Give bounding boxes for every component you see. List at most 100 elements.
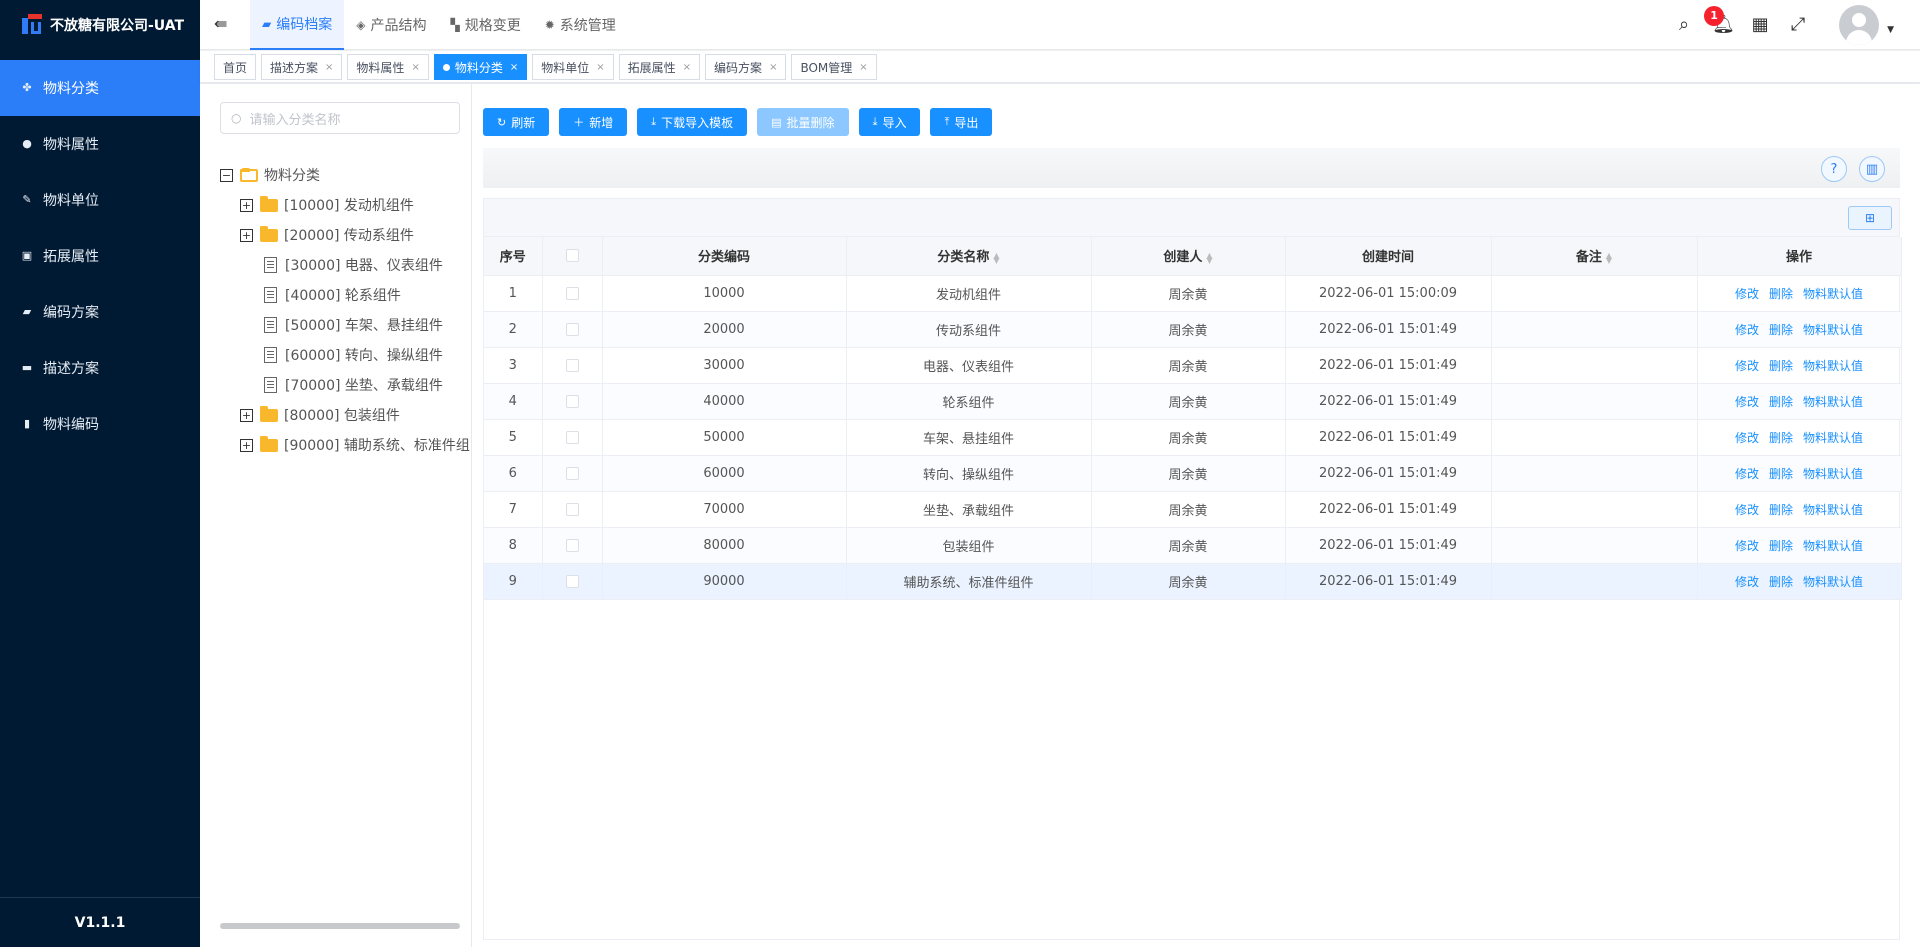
close-icon[interactable]: × [769,62,777,73]
sidebar-item-2[interactable]: ● 物料属性 [0,116,200,172]
row-checkbox[interactable] [565,502,579,516]
tab-4[interactable]: 物料分类 × [433,54,528,80]
table-row[interactable]: 9 90000 辅助系统、标准件组件 周余黄 2022-06-01 15:01:49 修改… [484,563,1902,600]
sort-icon[interactable]: ▲ ▼ [1606,251,1612,264]
refresh-button[interactable]: ↻ 刷新 [483,108,550,136]
delete-link[interactable]: 删除 [1769,467,1793,481]
table-row[interactable]: 1 10000 发动机组件 周余黄 2022-06-01 15:00:09 修改 删除 物料默… [484,275,1902,312]
tab-2[interactable]: 描述方案 × [261,54,343,80]
table-row[interactable]: 7 70000 坐垫、承载组件 周余黄 2022-06-01 15:01:49 修改 删除物… [484,491,1902,528]
collapse-toggle-icon[interactable]: − [220,168,233,182]
expand-toggle-icon[interactable]: + [240,408,253,422]
expand-toggle-icon[interactable]: + [240,198,253,212]
edit-link[interactable]: 修改 [1735,575,1759,589]
sort-icon[interactable]: ▲ ▼ [993,251,999,264]
row-checkbox[interactable] [565,538,579,552]
close-icon[interactable]: × [859,62,867,73]
sidebar-item-6[interactable]: ▬ 描述方案 [0,340,200,396]
col-name[interactable]: 分类名称 ▲ ▼ [846,237,1092,276]
close-icon[interactable]: × [325,62,333,73]
expand-toggle-icon[interactable]: + [240,438,253,452]
tab-8[interactable]: BOM管理 × [791,54,877,80]
row-select[interactable] [542,311,603,348]
tree-node[interactable]: [30000] 电器、仪表组件 [220,250,470,280]
help-icon[interactable]: ? [1821,156,1847,182]
sidebar-item-4[interactable]: ▣ 拓展属性 [0,228,200,284]
row-checkbox[interactable] [565,394,579,408]
avatar[interactable] [1839,5,1880,45]
add-button[interactable]: ＋新增 [559,108,628,136]
horizontal-scrollbar[interactable] [220,923,460,929]
tree-node[interactable]: + [20000] 传动系组件 [220,220,470,250]
table-row[interactable]: 6 60000 转向、操纵组件 周余黄 2022-06-01 15:01:49 修改 删除物… [484,455,1902,492]
default-values-link[interactable]: 物料默认值 [1803,503,1863,517]
default-values-link[interactable]: 物料默认值 [1803,431,1863,445]
row-checkbox[interactable] [565,358,579,372]
row-select[interactable] [542,491,603,528]
row-checkbox[interactable] [565,466,579,480]
delete-link[interactable]: 删除 [1769,539,1793,553]
topnav-item-2[interactable]: ◈ 产品结构 [344,0,438,50]
close-icon[interactable]: × [596,62,604,73]
sidebar-item-7[interactable]: ▮ 物料编码 [0,396,200,452]
table-row[interactable]: 8 80000 包装组件 周余黄 2022-06-01 15:01:49 修改 删除 物料默认… [484,527,1902,564]
fullscreen-icon[interactable]: ⤢ [1788,15,1808,35]
delete-link[interactable]: 删除 [1769,575,1793,589]
edit-link[interactable]: 修改 [1735,539,1759,553]
col-creator[interactable]: 创建人 ▲ ▼ [1091,237,1286,276]
table-row[interactable]: 4 40000 轮系组件 周余黄 2022-06-01 15:01:49 修改 删除 物料默认… [484,383,1902,420]
tab-7[interactable]: 编码方案 × [705,54,787,80]
tree-node[interactable]: + [80000] 包装组件 [220,400,470,430]
topnav-item-3[interactable]: ▚ 规格变更 [438,0,532,50]
tab-3[interactable]: 物料属性 × [347,54,429,80]
edit-link[interactable]: 修改 [1735,323,1759,337]
default-values-link[interactable]: 物料默认值 [1803,539,1863,553]
row-checkbox[interactable] [565,430,579,444]
edit-link[interactable]: 修改 [1735,467,1759,481]
sidebar-item-1[interactable]: ✤ 物料分类 [0,60,200,116]
table-row[interactable]: 2 20000 传动系组件 周余黄 2022-06-01 15:01:49 修改 删除 物料默… [484,311,1902,348]
row-select[interactable] [542,527,603,564]
topnav-item-1[interactable]: ▰ 编码档案 [250,0,345,50]
row-select[interactable] [542,419,603,456]
tab-6[interactable]: 拓展属性 × [618,54,701,80]
default-values-link[interactable]: 物料默认值 [1803,287,1863,301]
tree-node[interactable]: [60000] 转向、操纵组件 [220,340,470,370]
tree-node[interactable]: + [10000] 发动机组件 [220,190,470,220]
search-icon[interactable]: ⌕ [1674,15,1694,35]
brand[interactable]: 不放糖有限公司-UAT [0,0,200,50]
table-row[interactable]: 5 50000 车架、悬挂组件 周余黄 2022-06-01 15:01:49 修改 删除物… [484,419,1902,456]
tab-5[interactable]: 物料单位 × [532,54,614,80]
edit-link[interactable]: 修改 [1735,287,1759,301]
row-select[interactable] [542,383,603,420]
default-values-link[interactable]: 物料默认值 [1803,323,1863,337]
edit-link[interactable]: 修改 [1735,359,1759,373]
col-select-all[interactable] [542,237,603,276]
delete-link[interactable]: 删除 [1769,431,1793,445]
row-select[interactable] [542,455,603,492]
delete-link[interactable]: 删除 [1769,359,1793,373]
export-button[interactable]: ⤒ 导出 [930,108,993,136]
delete-link[interactable]: 删除 [1769,287,1793,301]
expand-toggle-icon[interactable]: + [240,228,253,242]
delete-link[interactable]: 删除 [1769,323,1793,337]
close-icon[interactable]: × [683,62,691,73]
delete-link[interactable]: 删除 [1769,395,1793,409]
row-select[interactable] [542,563,603,600]
close-icon[interactable]: × [411,62,419,73]
tree-node[interactable]: [50000] 车架、悬挂组件 [220,310,470,340]
row-checkbox[interactable] [565,574,579,588]
tree-node[interactable]: [70000] 坐垫、承载组件 [220,370,470,400]
column-settings-icon[interactable]: ▥ [1859,156,1885,182]
collapse-menu-icon[interactable]: ⇚ [214,14,232,33]
topnav-item-4[interactable]: ✹ 系统管理 [533,0,628,50]
edit-link[interactable]: 修改 [1735,431,1759,445]
row-checkbox[interactable] [565,322,579,336]
category-search-input[interactable]: ○ 请输入分类名称 [220,102,460,134]
table-row[interactable]: 3 30000 电器、仪表组件 周余黄 2022-06-01 15:01:49 修改 删除物… [484,347,1902,384]
default-values-link[interactable]: 物料默认值 [1803,395,1863,409]
default-values-link[interactable]: 物料默认值 [1803,575,1863,589]
tree-node[interactable]: + [90000] 辅助系统、标准件组件 [220,430,470,460]
row-select[interactable] [542,275,603,312]
row-checkbox[interactable] [565,286,579,300]
